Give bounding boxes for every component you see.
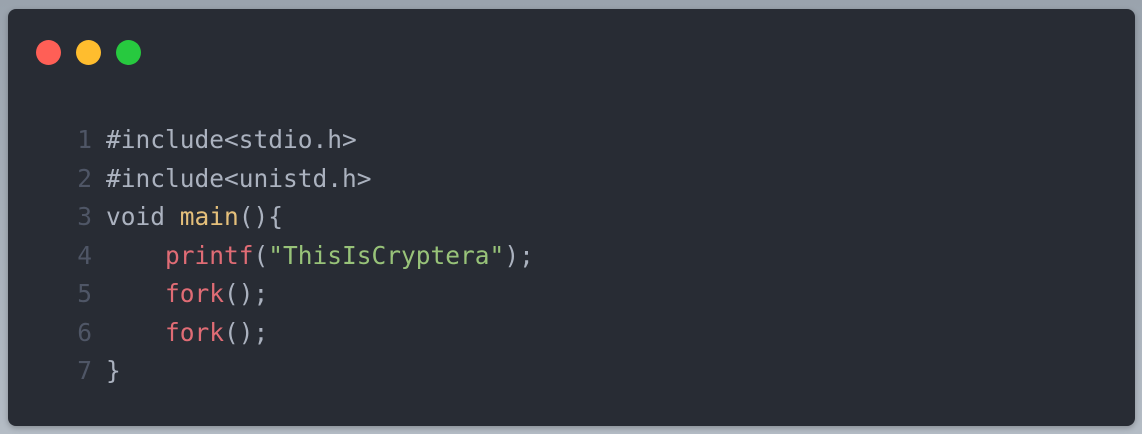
line-number: 7 [77, 356, 92, 385]
zoom-dot-icon[interactable] [116, 40, 141, 65]
line-number: 5 [77, 279, 92, 308]
line-code: } [106, 352, 121, 391]
code-window: 1 #include<stdio.h> 2 #include<unistd.h> 3 vo… [8, 9, 1135, 426]
line-code: fork(); [106, 275, 268, 314]
screenshot-frame: 1 #include<stdio.h> 2 #include<unistd.h> 3 vo… [0, 0, 1142, 434]
line-code: printf("ThisIsCryptera"); [106, 237, 534, 276]
code-token: ( [253, 240, 269, 270]
line-number: 2 [77, 163, 92, 193]
code-line: 7} [66, 352, 534, 391]
code-line: 6 fork(); [66, 314, 534, 353]
code-token: (); [224, 279, 269, 308]
line-code: #include<unistd.h> [106, 160, 372, 199]
line-code: void main(){ [106, 198, 283, 237]
code-line: 1 #include<stdio.h> [66, 121, 534, 160]
code-block: 1 #include<stdio.h> 2 #include<unistd.h> 3 vo… [66, 121, 534, 391]
line-number: 3 [77, 202, 92, 231]
code-token: #include<unistd.h> [106, 163, 372, 193]
code-token: } [106, 356, 121, 385]
code-token: (){ [238, 202, 284, 231]
line-code: #include<stdio.h> [106, 121, 357, 160]
code-line: 4 printf("ThisIsCryptera"); [66, 237, 534, 276]
code-token: "ThisIsCryptera" [268, 240, 505, 270]
line-number: 1 [77, 125, 92, 154]
code-line: 3 void main(){ [66, 198, 534, 237]
code-token: void [106, 202, 180, 231]
code-token: fork [165, 279, 225, 308]
code-token: fork [165, 317, 225, 347]
code-line: 5 fork(); [66, 275, 534, 314]
close-dot-icon[interactable] [36, 40, 61, 65]
code-token: main [179, 202, 239, 231]
line-number: 4 [77, 240, 92, 270]
code-token: (); [224, 317, 269, 347]
line-number: 6 [77, 317, 92, 347]
code-token: printf [165, 240, 254, 270]
window-controls [36, 40, 141, 65]
code-line: 2 #include<unistd.h> [66, 160, 534, 199]
line-code: fork(); [106, 314, 268, 353]
code-token: #include<stdio.h> [106, 125, 357, 154]
minimize-dot-icon[interactable] [76, 40, 101, 65]
code-token: ); [504, 240, 534, 270]
